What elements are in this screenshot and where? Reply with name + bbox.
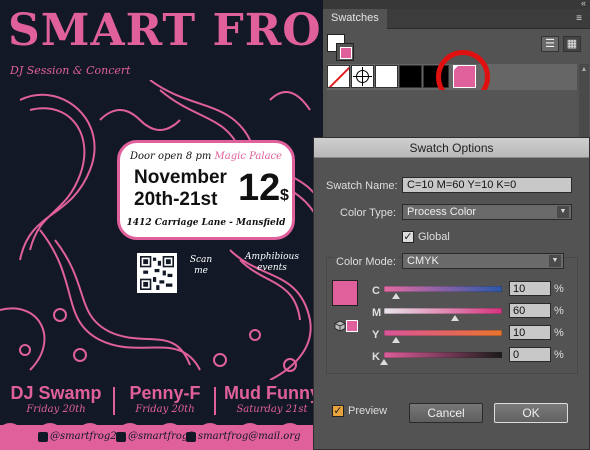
yellow-label: Y xyxy=(372,329,380,341)
panel-dock-strip: « xyxy=(323,0,590,9)
black-label: K xyxy=(372,351,380,363)
swatch-name-input[interactable]: C=10 M=60 Y=10 K=0 xyxy=(402,177,572,193)
preview-label: Preview xyxy=(348,405,388,417)
cyan-slider-thumb[interactable] xyxy=(391,293,400,299)
footer-wave xyxy=(0,423,323,427)
band-divider xyxy=(214,387,216,415)
swatch-registration-black[interactable] xyxy=(399,65,422,88)
price-currency: $ xyxy=(280,187,289,204)
cyan-label: C xyxy=(372,285,380,297)
color-mode-label: Color Mode: xyxy=(334,256,398,268)
percent-unit: % xyxy=(554,283,564,295)
scan-me-text: Scan me xyxy=(189,255,213,276)
fill-stroke-widget[interactable] xyxy=(327,34,355,62)
band-day: Friday 20th xyxy=(26,404,86,415)
preview-checkbox[interactable]: ✓ xyxy=(332,405,344,417)
band-name: DJ Swamp xyxy=(10,383,102,403)
dialog-title: Swatch Options xyxy=(314,138,589,158)
band-name: Penny-F xyxy=(129,383,201,403)
web-safe-swatch[interactable] xyxy=(346,320,358,332)
instagram-text: @smartfrog2 xyxy=(50,431,117,442)
facebook-text: @smartfrog2 xyxy=(128,431,195,442)
date-days: 20th-21st xyxy=(134,189,218,210)
tab-swatches[interactable]: Swatches xyxy=(323,9,387,29)
percent-unit: % xyxy=(554,305,564,317)
instagram-icon xyxy=(38,431,48,442)
swatch-options-dialog: Swatch Options Swatch Name: C=10 M=60 Y=… xyxy=(313,137,590,450)
band-item: DJ Swamp Friday 20th xyxy=(6,383,106,415)
band-item: Mud Funny Saturday 21st xyxy=(222,383,322,415)
swatch-name-label: Swatch Name: xyxy=(326,180,398,192)
qr-code xyxy=(137,253,177,293)
venue-name: Magic Palace xyxy=(214,151,283,162)
amphibious-events-text: Amphibious events xyxy=(245,252,299,273)
color-type-value: Process Color xyxy=(407,206,477,218)
poster-subtitle: DJ Session & Concert xyxy=(10,64,131,77)
band-day: Friday 20th xyxy=(135,404,195,415)
swatch-none[interactable] xyxy=(327,65,350,88)
ticket-price: 12 xyxy=(238,167,281,209)
door-time: Door open 8 pm xyxy=(129,151,212,162)
email-contact: smartfrog@mail.org xyxy=(186,431,301,442)
collapse-panel-icon[interactable]: « xyxy=(581,0,586,8)
mail-icon xyxy=(186,431,196,442)
color-preview-swatch xyxy=(332,280,358,306)
percent-unit: % xyxy=(554,327,564,339)
instagram-handle: @smartfrog2 xyxy=(38,431,117,442)
yellow-slider-thumb[interactable] xyxy=(391,337,400,343)
global-label: Global xyxy=(418,231,450,243)
black-value-input[interactable]: 0 xyxy=(509,347,551,362)
percent-unit: % xyxy=(554,349,564,361)
magenta-value-input[interactable]: 60 xyxy=(509,303,551,318)
cyan-slider[interactable] xyxy=(384,286,502,292)
magenta-slider-thumb[interactable] xyxy=(450,315,459,321)
yellow-value-input[interactable]: 10 xyxy=(509,325,551,340)
yellow-slider[interactable] xyxy=(384,330,502,336)
scroll-up-icon[interactable]: ▲ xyxy=(579,66,589,73)
list-view-button[interactable]: ☰ xyxy=(541,36,559,52)
black-slider-thumb[interactable] xyxy=(380,359,388,365)
poster-footer: @smartfrog2 @smartfrog2 smartfrog@mail.o… xyxy=(0,423,323,450)
facebook-icon xyxy=(116,431,126,442)
stroke-swatch[interactable] xyxy=(336,43,354,61)
color-type-label: Color Type: xyxy=(340,207,397,219)
band-name: Mud Funny xyxy=(224,383,320,403)
ok-button[interactable]: OK xyxy=(494,403,568,423)
date-month: November xyxy=(134,167,227,188)
color-type-select[interactable]: Process Color ▼ xyxy=(402,204,572,220)
chevron-down-icon: ▼ xyxy=(557,206,569,218)
global-checkbox[interactable]: ✓ xyxy=(402,231,414,243)
magenta-slider[interactable] xyxy=(384,308,502,314)
band-divider xyxy=(113,387,115,415)
panel-tab-bar: Swatches ≡ xyxy=(323,9,590,29)
magenta-label: M xyxy=(372,307,382,319)
band-item: Penny-F Friday 20th xyxy=(122,383,208,415)
email-text: smartfrog@mail.org xyxy=(198,431,301,442)
chevron-down-icon: ▼ xyxy=(549,255,561,267)
band-day: Saturday 21st xyxy=(236,404,308,415)
registration-icon xyxy=(353,67,372,86)
facebook-handle: @smartfrog2 xyxy=(116,431,195,442)
swatch-paper[interactable] xyxy=(375,65,398,88)
color-mode-select[interactable]: CMYK ▼ xyxy=(402,253,564,269)
event-info-box: Door open 8 pm Magic Palace November 20t… xyxy=(117,140,295,240)
cyan-value-input[interactable]: 10 xyxy=(509,281,551,296)
black-slider[interactable] xyxy=(384,352,502,358)
band-lineup: DJ Swamp Friday 20th Penny-F Friday 20th… xyxy=(0,383,323,421)
web-safe-cube-icon[interactable] xyxy=(334,320,346,332)
event-address: 1412 Carriage Lane - Mansfield xyxy=(126,218,286,228)
color-mode-value: CMYK xyxy=(407,255,439,267)
swatch-registration[interactable] xyxy=(351,65,374,88)
cancel-button[interactable]: Cancel xyxy=(409,403,483,423)
poster-title: SMART FROG xyxy=(8,5,323,56)
panel-menu-icon[interactable]: ≡ xyxy=(576,13,582,24)
event-poster: SMART FROG DJ Session & Concert Door ope… xyxy=(0,0,323,450)
thumbnail-view-button[interactable]: ▦ xyxy=(563,36,581,52)
door-open-text: Door open 8 pm Magic Palace xyxy=(120,151,292,162)
